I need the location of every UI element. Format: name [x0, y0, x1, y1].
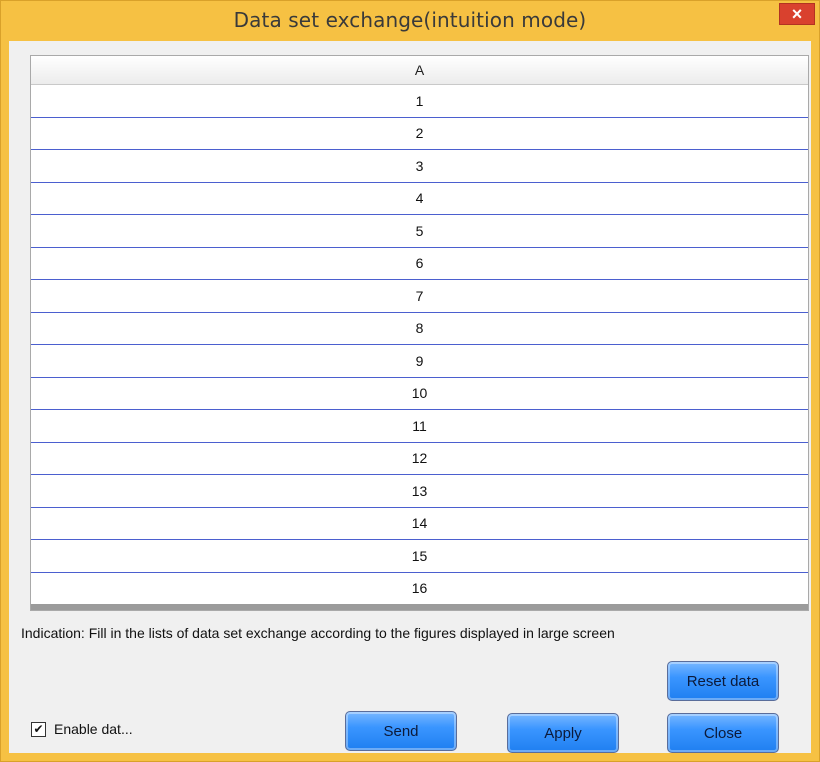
table-row[interactable]: 8 — [31, 313, 808, 345]
table-cell: 16 — [411, 580, 428, 597]
table-cell: 4 — [415, 190, 424, 207]
table-row[interactable]: 7 — [31, 280, 808, 313]
close-window-button[interactable]: × — [779, 3, 815, 25]
table-row[interactable]: 1 — [31, 85, 808, 118]
enable-data-label: Enable dat... — [54, 721, 133, 737]
reset-data-label: Reset data — [686, 672, 760, 690]
table-cell: 3 — [415, 157, 424, 174]
table-bottom-border — [31, 604, 808, 610]
table-row[interactable]: 12 — [31, 443, 808, 475]
table-cell: 9 — [415, 352, 424, 369]
table-cell: 5 — [415, 222, 424, 239]
table-cell: 14 — [411, 515, 428, 532]
table-cell: 6 — [415, 255, 424, 272]
window-title: Data set exchange(intuition mode) — [233, 8, 587, 32]
data-table: A 1 2 3 4 5 6 7 8 9 10 11 12 13 14 15 16 — [30, 55, 809, 611]
apply-button[interactable]: Apply — [507, 713, 619, 753]
send-label: Send — [383, 722, 419, 740]
table-cell: 12 — [411, 450, 428, 467]
table-cell: 15 — [411, 547, 428, 564]
enable-data-checkbox[interactable]: ✔ Enable dat... — [31, 721, 133, 737]
close-button[interactable]: Close — [667, 713, 779, 753]
dialog-window: Data set exchange(intuition mode) × A 1 … — [0, 0, 820, 762]
title-bar[interactable]: Data set exchange(intuition mode) × — [1, 1, 819, 39]
table-cell: 8 — [415, 320, 424, 337]
table-row[interactable]: 11 — [31, 410, 808, 443]
close-icon: × — [791, 3, 803, 24]
table-row[interactable]: 3 — [31, 150, 808, 183]
table-row[interactable]: 10 — [31, 378, 808, 410]
table-cell: 1 — [415, 92, 424, 109]
table-row[interactable]: 6 — [31, 248, 808, 280]
table-cell: 11 — [412, 417, 427, 434]
table-cell: 10 — [411, 385, 428, 402]
table-cell: 2 — [415, 125, 424, 142]
dialog-client-area: A 1 2 3 4 5 6 7 8 9 10 11 12 13 14 15 16… — [9, 41, 811, 753]
reset-data-button[interactable]: Reset data — [667, 661, 779, 701]
table-row[interactable]: 16 — [31, 573, 808, 605]
table-row[interactable]: 2 — [31, 118, 808, 150]
apply-label: Apply — [544, 724, 582, 742]
table-row[interactable]: 4 — [31, 183, 808, 215]
table-row[interactable]: 15 — [31, 540, 808, 573]
table-row[interactable]: 9 — [31, 345, 808, 378]
table-row[interactable]: 5 — [31, 215, 808, 248]
column-header-label: A — [414, 62, 425, 78]
table-row[interactable]: 13 — [31, 475, 808, 508]
column-header-a[interactable]: A — [31, 56, 808, 85]
checkbox-check-icon[interactable]: ✔ — [31, 721, 46, 737]
close-label: Close — [703, 724, 743, 742]
table-cell: 7 — [415, 287, 424, 304]
send-button[interactable]: Send — [345, 711, 457, 751]
indication-text: Indication: Fill in the lists of data se… — [21, 625, 615, 641]
table-row[interactable]: 14 — [31, 508, 808, 540]
table-cell: 13 — [411, 482, 428, 499]
